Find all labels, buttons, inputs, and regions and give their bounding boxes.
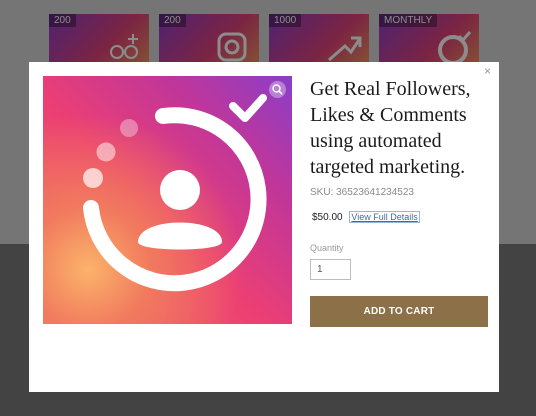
instagram-follower-icon (83, 94, 267, 292)
product-sku: SKU: 36523641234523 (310, 187, 414, 198)
add-to-cart-button[interactable]: ADD TO CART (310, 296, 488, 327)
magnifier-icon[interactable] (269, 81, 286, 98)
product-price: $50.00 (312, 212, 343, 223)
quick-view-modal: × Get Real Followers, Likes & Comments u… (29, 62, 499, 392)
product-image[interactable] (43, 76, 292, 324)
quantity-label: Quantity (310, 243, 344, 253)
price-row: $50.00 View Full Details (312, 211, 420, 223)
product-title: Get Real Followers, Likes & Comments usi… (310, 78, 471, 178)
quantity-input[interactable] (310, 259, 351, 280)
view-full-details-link[interactable]: View Full Details (349, 211, 420, 223)
